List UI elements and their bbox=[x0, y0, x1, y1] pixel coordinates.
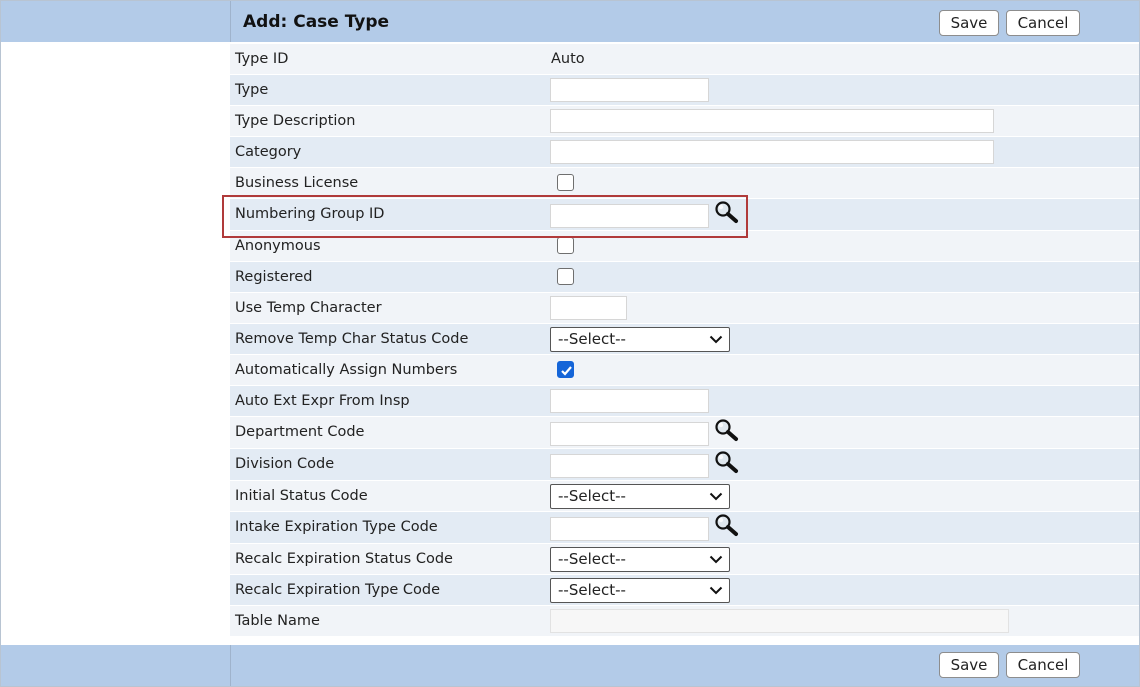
checkmark-icon bbox=[561, 366, 572, 376]
row-intake-expiration-type-code: Intake Expiration Type Code bbox=[230, 512, 1139, 543]
intake-expiration-type-code-label: Intake Expiration Type Code bbox=[235, 519, 438, 535]
table-name-input[interactable] bbox=[550, 609, 1009, 633]
row-numbering-group-id: Numbering Group ID bbox=[230, 199, 1139, 230]
row-recalc-expiration-type-code: Recalc Expiration Type Code --Select-- bbox=[230, 575, 1139, 605]
header-bar: Add: Case Type Save Cancel bbox=[1, 1, 1139, 42]
category-input[interactable] bbox=[550, 140, 994, 164]
magnifier-icon[interactable] bbox=[714, 200, 740, 228]
type-label: Type bbox=[235, 82, 269, 98]
chevron-down-icon bbox=[709, 555, 723, 564]
initial-status-code-label: Initial Status Code bbox=[235, 488, 368, 504]
remove-temp-char-status-code-label: Remove Temp Char Status Code bbox=[235, 331, 469, 347]
header-divider bbox=[230, 1, 231, 42]
recalc-expiration-status-code-label: Recalc Expiration Status Code bbox=[235, 551, 453, 567]
row-table-name: Table Name bbox=[230, 606, 1139, 636]
business-license-label: Business License bbox=[235, 175, 359, 191]
type-id-label: Type ID bbox=[235, 51, 289, 67]
row-type: Type bbox=[230, 75, 1139, 105]
row-type-id: Type ID Auto bbox=[230, 44, 1139, 74]
auto-ext-expr-from-insp-label: Auto Ext Expr From Insp bbox=[235, 393, 410, 409]
division-code-input[interactable] bbox=[550, 454, 709, 478]
initial-status-code-select[interactable]: --Select-- bbox=[550, 484, 730, 509]
chevron-down-icon bbox=[709, 492, 723, 501]
footer-save-button[interactable]: Save bbox=[939, 652, 999, 678]
type-input[interactable] bbox=[550, 78, 709, 102]
table-name-label: Table Name bbox=[235, 613, 320, 629]
intake-expiration-type-code-input[interactable] bbox=[550, 517, 709, 541]
registered-label: Registered bbox=[235, 269, 313, 285]
footer-divider bbox=[230, 645, 231, 686]
row-use-temp-character: Use Temp Character bbox=[230, 293, 1139, 323]
type-id-value: Auto bbox=[551, 51, 585, 67]
row-category: Category bbox=[230, 137, 1139, 167]
recalc-expiration-type-code-select[interactable]: --Select-- bbox=[550, 578, 730, 603]
type-description-label: Type Description bbox=[235, 113, 356, 129]
row-anonymous: Anonymous bbox=[230, 231, 1139, 261]
row-auto-ext-expr-from-insp: Auto Ext Expr From Insp bbox=[230, 386, 1139, 416]
select-value: --Select-- bbox=[558, 550, 626, 568]
magnifier-icon[interactable] bbox=[714, 513, 740, 541]
cancel-button[interactable]: Cancel bbox=[1006, 10, 1080, 36]
auto-assign-numbers-label: Automatically Assign Numbers bbox=[235, 362, 458, 378]
registered-checkbox[interactable] bbox=[557, 268, 574, 285]
select-value: --Select-- bbox=[558, 581, 626, 599]
footer-cancel-button[interactable]: Cancel bbox=[1006, 652, 1080, 678]
row-recalc-expiration-status-code: Recalc Expiration Status Code --Select-- bbox=[230, 544, 1139, 574]
save-button[interactable]: Save bbox=[939, 10, 999, 36]
magnifier-icon[interactable] bbox=[714, 418, 740, 446]
use-temp-character-input[interactable] bbox=[550, 296, 627, 320]
recalc-expiration-status-code-select[interactable]: --Select-- bbox=[550, 547, 730, 572]
row-remove-temp-char-status-code: Remove Temp Char Status Code --Select-- bbox=[230, 324, 1139, 354]
page-title: Add: Case Type bbox=[243, 12, 390, 32]
department-code-label: Department Code bbox=[235, 424, 365, 440]
category-label: Category bbox=[235, 144, 302, 160]
department-code-input[interactable] bbox=[550, 422, 709, 446]
row-business-license: Business License bbox=[230, 168, 1139, 198]
case-type-form: Add: Case Type Save Cancel Type ID Auto … bbox=[0, 0, 1140, 687]
division-code-label: Division Code bbox=[235, 456, 335, 472]
form-rows: Type ID Auto Type Type Description Categ… bbox=[230, 44, 1139, 637]
type-description-input[interactable] bbox=[550, 109, 994, 133]
business-license-checkbox[interactable] bbox=[557, 174, 574, 191]
auto-assign-numbers-checkbox[interactable] bbox=[557, 361, 574, 378]
use-temp-character-label: Use Temp Character bbox=[235, 300, 382, 316]
row-division-code: Division Code bbox=[230, 449, 1139, 480]
numbering-group-id-label: Numbering Group ID bbox=[235, 206, 385, 222]
row-auto-assign-numbers: Automatically Assign Numbers bbox=[230, 355, 1139, 385]
row-initial-status-code: Initial Status Code --Select-- bbox=[230, 481, 1139, 511]
row-department-code: Department Code bbox=[230, 417, 1139, 448]
magnifier-icon[interactable] bbox=[714, 450, 740, 478]
anonymous-checkbox[interactable] bbox=[557, 237, 574, 254]
footer-bar: Save Cancel bbox=[1, 645, 1139, 686]
recalc-expiration-type-code-label: Recalc Expiration Type Code bbox=[235, 582, 441, 598]
select-value: --Select-- bbox=[558, 330, 626, 348]
chevron-down-icon bbox=[709, 586, 723, 595]
row-type-description: Type Description bbox=[230, 106, 1139, 136]
remove-temp-char-status-code-select[interactable]: --Select-- bbox=[550, 327, 730, 352]
select-value: --Select-- bbox=[558, 487, 626, 505]
auto-ext-expr-from-insp-input[interactable] bbox=[550, 389, 709, 413]
row-registered: Registered bbox=[230, 262, 1139, 292]
numbering-group-id-input[interactable] bbox=[550, 204, 709, 228]
chevron-down-icon bbox=[709, 335, 723, 344]
anonymous-label: Anonymous bbox=[235, 238, 321, 254]
